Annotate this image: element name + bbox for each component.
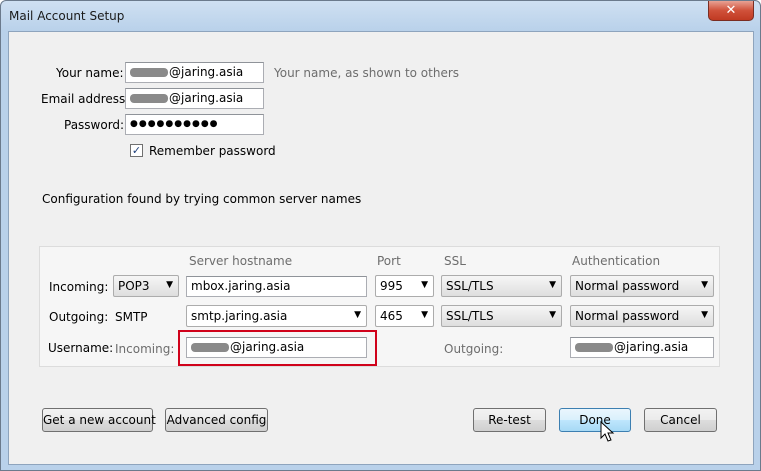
name-hint: Your name, as shown to others [274, 66, 460, 80]
chevron-down-icon: ▼ [166, 280, 173, 290]
chevron-down-icon: ▼ [701, 280, 708, 290]
mouse-pointer-icon [600, 421, 615, 442]
get-new-account-button[interactable]: Get a new account [42, 408, 156, 432]
outgoing-username-value: @jaring.asia [614, 340, 689, 354]
username-incoming-label: Incoming: [115, 342, 175, 356]
outgoing-username-input[interactable]: @jaring.asia [570, 337, 714, 358]
window-title: Mail Account Setup [9, 9, 125, 23]
title-bar[interactable]: Mail Account Setup ✕ [1, 1, 760, 31]
outgoing-port-value: 465 [380, 309, 403, 323]
close-button[interactable]: ✕ [708, 1, 754, 21]
mail-account-setup-window: Mail Account Setup ✕ Your name: @jaring.… [0, 0, 761, 471]
name-input-value: @jaring.asia [169, 65, 244, 79]
outgoing-auth-value: Normal password [575, 309, 680, 323]
redacted-text [575, 343, 613, 352]
incoming-hostname-input[interactable]: mbox.jaring.asia [186, 276, 367, 297]
chevron-down-icon: ▼ [354, 310, 361, 320]
email-input[interactable]: @jaring.asia [125, 88, 264, 109]
remember-password-label: Remember password [149, 144, 276, 158]
incoming-ssl-value: SSL/TLS [446, 279, 494, 293]
incoming-auth-value: Normal password [575, 279, 680, 293]
chevron-down-icon: ▼ [701, 310, 708, 320]
chevron-down-icon: ▼ [549, 280, 556, 290]
status-message: Configuration found by trying common ser… [42, 192, 362, 206]
name-label: Your name: [56, 66, 124, 80]
header-authentication: Authentication [572, 254, 661, 268]
chevron-down-icon: ▼ [421, 310, 428, 320]
check-icon: ✓ [131, 144, 142, 157]
close-icon: ✕ [725, 3, 737, 18]
password-input[interactable]: ●●●●●●●●●● [125, 114, 264, 135]
retest-button[interactable]: Re-test [473, 408, 546, 432]
cancel-button[interactable]: Cancel [644, 408, 717, 432]
header-server-hostname: Server hostname [189, 254, 293, 268]
username-label: Username: [48, 341, 114, 355]
done-button[interactable]: Done [559, 408, 631, 432]
outgoing-hostname-select[interactable]: smtp.jaring.asia ▼ [186, 305, 367, 327]
header-ssl: SSL [444, 254, 466, 268]
incoming-ssl-select[interactable]: SSL/TLS ▼ [441, 275, 562, 297]
outgoing-ssl-value: SSL/TLS [446, 309, 494, 323]
password-label: Password: [64, 118, 125, 132]
advanced-config-button[interactable]: Advanced config [165, 408, 268, 432]
incoming-port-select[interactable]: 995 ▼ [375, 275, 434, 297]
outgoing-ssl-select[interactable]: SSL/TLS ▼ [441, 305, 562, 327]
incoming-label: Incoming: [49, 280, 109, 294]
outgoing-protocol: SMTP [115, 310, 148, 324]
email-input-value: @jaring.asia [169, 91, 244, 105]
username-outgoing-label: Outgoing: [444, 342, 504, 356]
name-input[interactable]: @jaring.asia [125, 62, 264, 83]
outgoing-auth-select[interactable]: Normal password ▼ [570, 305, 714, 327]
incoming-port-value: 995 [380, 279, 403, 293]
outgoing-port-select[interactable]: 465 ▼ [375, 305, 434, 327]
highlight-annotation [178, 330, 377, 366]
incoming-protocol-value: POP3 [118, 279, 150, 293]
outgoing-label: Outgoing: [49, 310, 109, 324]
chevron-down-icon: ▼ [549, 310, 556, 320]
redacted-text [130, 94, 168, 103]
header-port: Port [377, 254, 401, 268]
incoming-protocol-select[interactable]: POP3 ▼ [113, 275, 179, 297]
email-label: Email address: [41, 92, 130, 106]
chevron-down-icon: ▼ [421, 280, 428, 290]
incoming-auth-select[interactable]: Normal password ▼ [570, 275, 714, 297]
outgoing-hostname-value: smtp.jaring.asia [191, 309, 288, 323]
remember-password-checkbox[interactable]: ✓ [130, 144, 143, 157]
redacted-text [130, 68, 168, 77]
